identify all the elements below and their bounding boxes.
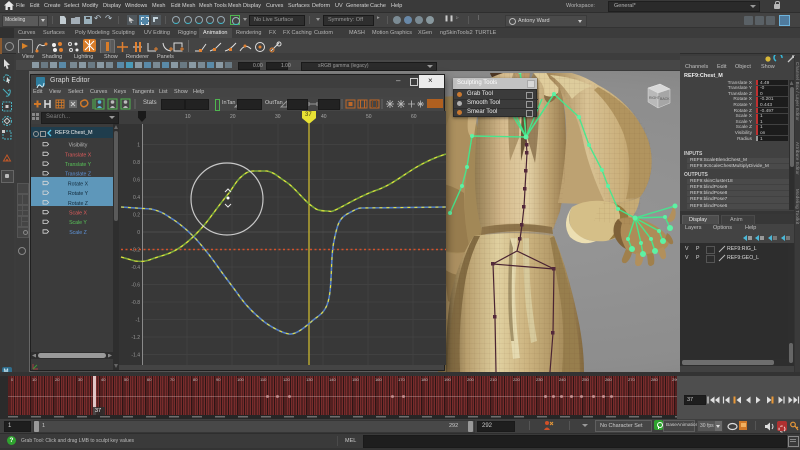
svg-text:-0.2: -0.2 xyxy=(131,248,140,254)
svg-text:-0.4: -0.4 xyxy=(131,265,140,271)
svg-text:-1.4: -1.4 xyxy=(131,353,140,359)
svg-text:Rotate Z: Rotate Z xyxy=(68,201,88,207)
svg-text:Rotate X: Rotate X xyxy=(68,181,89,187)
svg-text:0.4: 0.4 xyxy=(133,195,140,201)
svg-text:Scale X: Scale X xyxy=(69,211,87,217)
svg-text:0.2: 0.2 xyxy=(133,213,140,219)
svg-text:0.6: 0.6 xyxy=(133,178,140,184)
svg-text:Translate X: Translate X xyxy=(65,152,92,158)
svg-text:0.8: 0.8 xyxy=(133,160,140,166)
svg-text:-1.2: -1.2 xyxy=(131,335,140,341)
svg-text:0: 0 xyxy=(137,230,140,236)
svg-text:Translate Z: Translate Z xyxy=(65,172,91,178)
svg-text:-0.6: -0.6 xyxy=(131,283,140,289)
svg-text:Visibility: Visibility xyxy=(69,143,88,149)
svg-text:Scale Z: Scale Z xyxy=(69,230,87,236)
svg-text:Rotate Y: Rotate Y xyxy=(68,191,89,197)
svg-text:RIGHT: RIGHT xyxy=(649,96,661,100)
svg-text:Translate Y: Translate Y xyxy=(65,162,92,168)
svg-text:-0.8: -0.8 xyxy=(131,300,140,306)
svg-text:1: 1 xyxy=(137,143,140,149)
svg-text:-1: -1 xyxy=(136,318,141,324)
svg-text:Scale Y: Scale Y xyxy=(69,220,87,226)
svg-text:BACK: BACK xyxy=(660,97,670,101)
